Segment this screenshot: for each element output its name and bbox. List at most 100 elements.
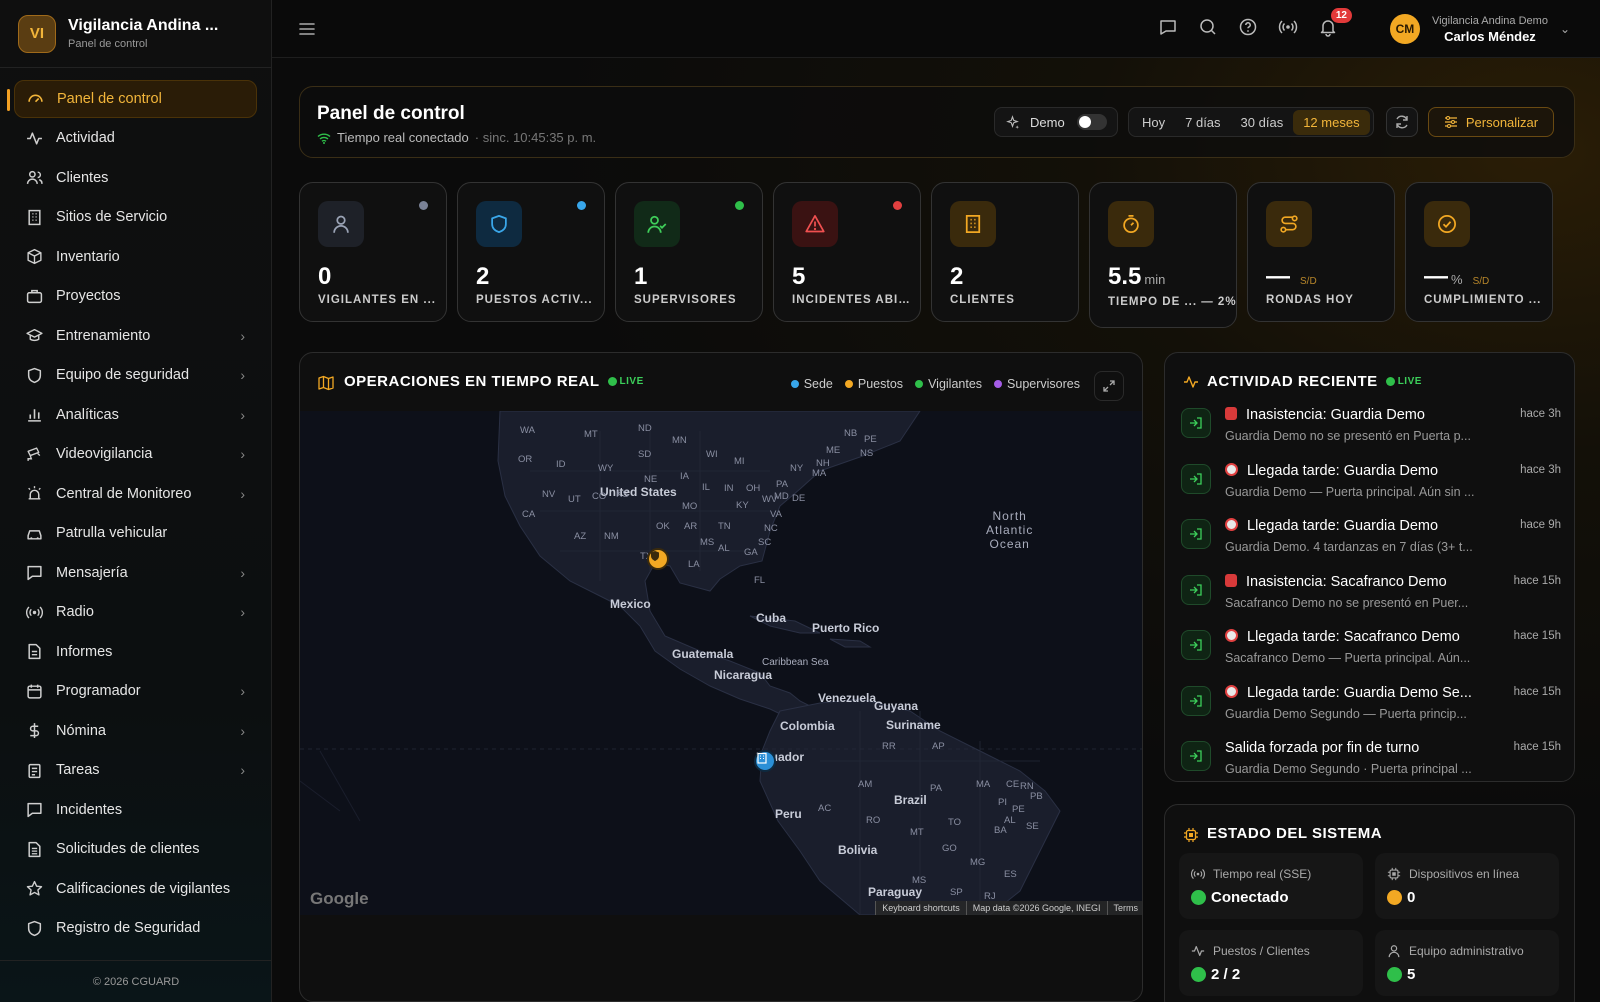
sidebar-item-label: Actividad — [56, 130, 115, 147]
user-menu[interactable]: CM Vigilancia Andina Demo Carlos Méndez … — [1389, 14, 1570, 44]
sidebar-item-radio[interactable]: Radio › — [14, 594, 257, 632]
bell-icon[interactable]: 12 — [1318, 8, 1352, 37]
sidebar-item-registro-de-seguridad[interactable]: Registro de Seguridad — [14, 910, 257, 948]
sidebar-item-patrulla-vehicular[interactable]: Patrulla vehicular — [14, 515, 257, 553]
sidebar-item-calificaciones-de-vigilantes[interactable]: Calificaciones de vigilantes — [14, 870, 257, 908]
sidebar: VI Vigilancia Andina ... Panel de contro… — [0, 0, 272, 1002]
terms-link[interactable]: Terms — [1106, 901, 1143, 915]
legend-supervisores[interactable]: Supervisores — [994, 377, 1080, 391]
kpi-card-supervisores[interactable]: 1 SUPERVISORES — [615, 182, 763, 322]
activity-item[interactable]: Llegada tarde: Sacafranco Demo Sacafranco… — [1181, 625, 1561, 681]
map-region-label: SD — [638, 449, 652, 460]
kpi-no-data: S/D — [1472, 276, 1490, 287]
range-30-dias[interactable]: 30 días — [1231, 110, 1294, 135]
map-attribution: Keyboard shortcuts Map data ©2026 Google… — [875, 901, 1143, 915]
kpi-card-vigilantes-en[interactable]: 0 VIGILANTES EN ... — [299, 182, 447, 322]
sidebar-item-programador[interactable]: Programador › — [14, 673, 257, 711]
range-12-meses[interactable]: 12 meses — [1293, 109, 1370, 135]
map-region-label: TN — [718, 521, 731, 532]
sidebar-item-actividad[interactable]: Actividad — [14, 120, 257, 158]
wifi-icon — [317, 133, 331, 144]
sidebar-item-tareas[interactable]: Tareas › — [14, 752, 257, 790]
kpi-card-puestos-activ[interactable]: 2 PUESTOS ACTIV... — [457, 182, 605, 322]
sidebar-item-solicitudes-de-clientes[interactable]: Solicitudes de clientes — [14, 831, 257, 869]
map-label-cuba: Cuba — [756, 611, 786, 625]
status-dot — [893, 201, 902, 210]
activity-item[interactable]: Inasistencia: Sacafranco Demo Sacafranco … — [1181, 570, 1561, 626]
activity-item[interactable]: Llegada tarde: Guardia Demo Guardia Demo … — [1181, 459, 1561, 515]
broadcast-icon[interactable] — [1278, 17, 1298, 37]
file-icon — [28, 644, 41, 660]
sidebar-item-incidentes[interactable]: Incidentes — [14, 791, 257, 829]
system-status-label: Puestos / Clientes — [1213, 944, 1310, 958]
activity-title: Inasistencia: Guardia Demo — [1225, 407, 1495, 423]
sidebar-item-equipo-de-seguridad[interactable]: Equipo de seguridad › — [14, 357, 257, 395]
kpi-card-cumplimiento[interactable]: —% S/D CUMPLIMIENTO ... — [1405, 182, 1553, 322]
post-marker[interactable] — [647, 548, 669, 570]
keyboard-shortcuts-link[interactable]: Keyboard shortcuts — [875, 901, 966, 915]
activity-icon — [1184, 376, 1198, 388]
map-region-label: SC — [758, 537, 772, 548]
login-icon — [1181, 519, 1211, 549]
sidebar-item-clientes[interactable]: Clientes — [14, 159, 257, 197]
activity-item[interactable]: Inasistencia: Guardia Demo Guardia Demo n… — [1181, 403, 1561, 459]
building-icon — [28, 209, 41, 225]
map-region-label: KS — [616, 489, 629, 500]
map-region-label: WA — [520, 425, 535, 436]
sidebar-item-nomina[interactable]: Nómina › — [14, 712, 257, 750]
brand[interactable]: VI Vigilancia Andina ... Panel de contro… — [0, 0, 271, 68]
sidebar-item-sitios-de-servicio[interactable]: Sitios de Servicio — [14, 199, 257, 237]
map-label-venezuela: Venezuela — [818, 691, 877, 705]
kpi-label: SUPERVISORES — [634, 294, 737, 306]
map-canvas — [300, 411, 1142, 915]
kpi-card-incidentes-abi[interactable]: 5 INCIDENTES ABI... — [773, 182, 921, 322]
customize-button[interactable]: Personalizar — [1428, 107, 1554, 137]
activity-icon — [1191, 946, 1205, 956]
kpi-card-rondas-hoy[interactable]: — S/D RONDAS HOY — [1247, 182, 1395, 322]
sidebar-item-panel-de-control[interactable]: Panel de control — [7, 80, 257, 118]
sidebar-item-analiticas[interactable]: Analíticas › — [14, 396, 257, 434]
sidebar-item-label: Proyectos — [56, 288, 121, 305]
kpi-card-tiempo-de-2[interactable]: 5.5 min TIEMPO DE ... — 2% — [1089, 182, 1237, 328]
sidebar-item-entrenamiento[interactable]: Entrenamiento › — [14, 317, 257, 355]
kpi-no-data: S/D — [1300, 276, 1317, 287]
sidebar-item-informes[interactable]: Informes — [14, 633, 257, 671]
activity-item[interactable]: Llegada tarde: Guardia Demo Se... Guardia… — [1181, 681, 1561, 737]
expand-button[interactable] — [1094, 371, 1124, 401]
star-icon — [26, 881, 43, 896]
legend-sede[interactable]: Sede — [790, 377, 833, 391]
activity-title: Salida forzada por fin de turno — [1225, 740, 1420, 756]
kpi-card-clientes[interactable]: 2 CLIENTES — [931, 182, 1079, 322]
help-icon[interactable] — [1238, 17, 1258, 37]
message-icon[interactable] — [1158, 17, 1178, 37]
sidebar-item-central-de-monitoreo[interactable]: Central de Monitoreo › — [14, 475, 257, 513]
activity-item[interactable]: Salida forzada por fin de turno Guardia D… — [1181, 736, 1561, 781]
sidebar-item-mensajeria[interactable]: Mensajería › — [14, 554, 257, 592]
refresh-button[interactable] — [1386, 107, 1418, 137]
sidebar-item-videovigilancia[interactable]: Videovigilancia › — [14, 436, 257, 474]
map-region-label: IA — [680, 471, 689, 482]
map-region-label: AR — [684, 521, 698, 532]
shield-icon — [491, 215, 507, 233]
expand-icon — [1103, 380, 1115, 392]
activity-description: Guardia Demo Segundo — Puerta princip... — [1225, 706, 1467, 721]
search-icon[interactable] — [1198, 17, 1218, 37]
sidebar-item-proyectos[interactable]: Proyectos — [14, 278, 257, 316]
menu-icon[interactable] — [298, 20, 316, 38]
sidebar-item-inventario[interactable]: Inventario — [14, 238, 257, 276]
headquarters-marker[interactable] — [754, 750, 776, 772]
legend-puestos[interactable]: Puestos — [844, 377, 903, 391]
activity-title: Llegada tarde: Guardia Demo — [1225, 518, 1495, 534]
range-7-dias[interactable]: 7 días — [1175, 110, 1230, 135]
sidebar-item-label: Calificaciones de vigilantes — [56, 880, 231, 897]
map-viewport[interactable]: United States Mexico Cuba Puerto Rico Guatem… — [300, 411, 1143, 915]
range-hoy[interactable]: Hoy — [1132, 110, 1175, 135]
notification-badge: 12 — [1330, 8, 1352, 23]
map-region-label: MT — [584, 429, 598, 440]
demo-toggle[interactable] — [1077, 114, 1107, 130]
activity-title: Inasistencia: Sacafranco Demo — [1225, 573, 1495, 590]
activity-item[interactable]: Llegada tarde: Guardia Demo Guardia Demo.… — [1181, 514, 1561, 570]
legend-vigilantes[interactable]: Vigilantes — [915, 377, 982, 391]
map-region-label: LA — [688, 559, 700, 570]
kpi-label: TIEMPO DE ... — 2% — [1108, 296, 1237, 308]
